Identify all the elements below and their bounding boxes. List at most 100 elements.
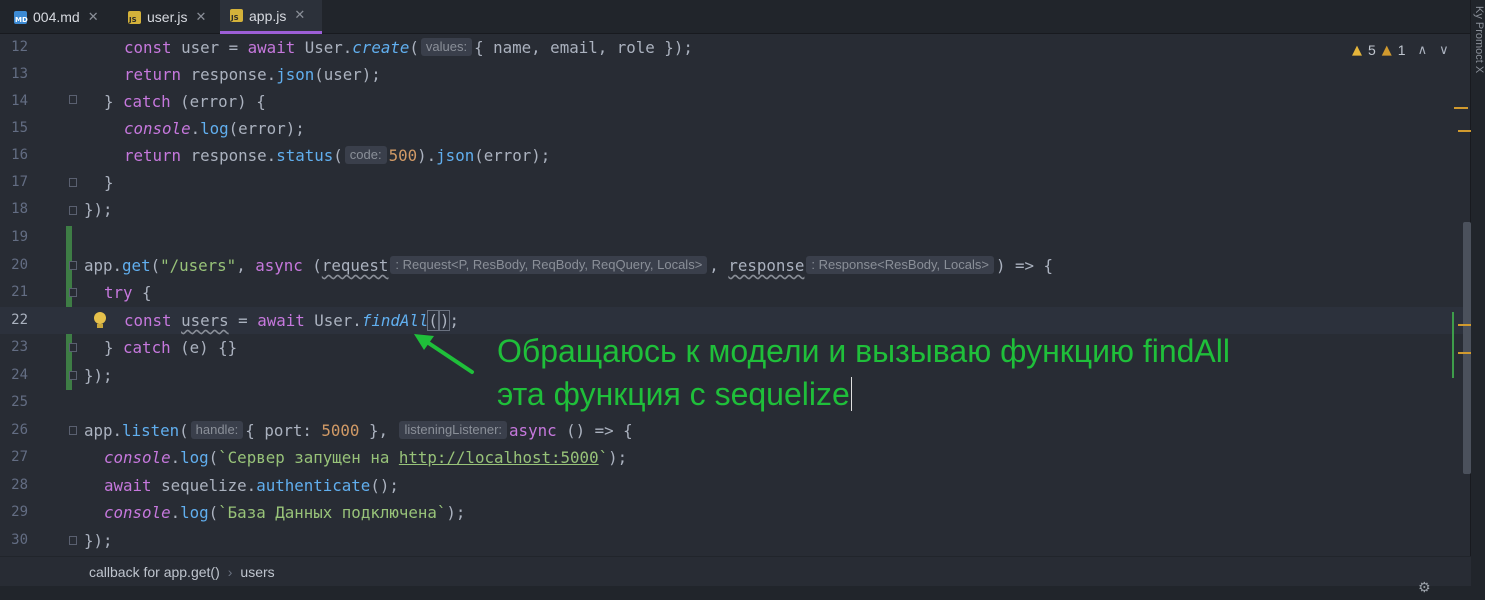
line-number: 18 [11, 201, 28, 217]
code-text: console.log(error); [124, 119, 305, 138]
line-number: 22 [11, 312, 28, 328]
line-number: 17 [11, 174, 28, 190]
line-number: 12 [11, 39, 28, 55]
vertical-scrollbar[interactable] [1463, 222, 1471, 474]
arrow-icon [414, 334, 474, 374]
code-line[interactable]: 16 return response.status(code: 500).json… [0, 142, 1471, 169]
code-line[interactable]: 30 }); [0, 527, 1471, 554]
line-number: 29 [11, 504, 28, 520]
line-number: 30 [11, 532, 28, 548]
annotation-line: эта функция с sequelize [497, 376, 850, 412]
status-bar: ⚙ [0, 580, 1471, 600]
code-line[interactable]: 13 return response.json(user); [0, 61, 1471, 88]
code-text: const user = await User.create(values:{ … [124, 38, 693, 57]
breadcrumb-item[interactable]: callback for app.get() [89, 564, 220, 580]
code-editor[interactable]: 12 const user = await User.create(values… [0, 34, 1471, 554]
close-icon[interactable]: ✕ [294, 8, 305, 23]
tab-004-md[interactable]: MD 004.md ✕ [14, 0, 99, 34]
weak-warning-icon: ▲ [1381, 42, 1392, 58]
text-caret [850, 377, 852, 411]
breadcrumb-item[interactable]: users [240, 564, 274, 580]
warning-stripe-mark[interactable] [1458, 130, 1471, 132]
code-line[interactable]: 12 const user = await User.create(values… [0, 34, 1471, 61]
number-literal: 5000 [321, 421, 360, 440]
url-link[interactable]: http://localhost:5000 [399, 448, 599, 467]
close-icon[interactable]: ✕ [88, 10, 99, 25]
param-hint: code: [344, 146, 387, 164]
code-text: } catch (e) {} [104, 338, 238, 357]
tab-label: app.js [249, 7, 287, 24]
chevron-up-icon[interactable]: ∧ [1418, 43, 1428, 58]
code-text: }); [84, 531, 113, 550]
tab-label: user.js [147, 9, 188, 25]
code-line[interactable]: 29 console.log(`База Данных подключена`)… [0, 499, 1471, 526]
code-text: app.get("/users", async (request: Reques… [84, 256, 1054, 275]
code-text: try { [104, 283, 152, 302]
warning-stripe-mark[interactable] [1458, 324, 1471, 326]
weak-warning-count: 1 [1397, 42, 1406, 58]
code-line[interactable]: 17 } [0, 169, 1471, 196]
param-hint: listeningListener: [399, 421, 508, 439]
code-text: console.log(`Сервер запущен на http://lo… [104, 448, 628, 467]
gear-icon[interactable]: ⚙ [1418, 580, 1431, 596]
line-number: 28 [11, 477, 28, 493]
line-number: 14 [11, 93, 28, 109]
editor-tab-bar: MD 004.md ✕ JS user.js ✕ JS app.js ✕ [0, 0, 1471, 34]
code-text: }); [84, 200, 113, 219]
warning-stripe-mark[interactable] [1454, 107, 1468, 109]
chevron-down-icon[interactable]: ∨ [1439, 43, 1449, 58]
code-line[interactable]: 18 }); [0, 196, 1471, 223]
line-number: 15 [11, 120, 28, 136]
code-text: console.log(`База Данных подключена`); [104, 503, 466, 522]
code-line[interactable]: 20 app.get("/users", async (request: Req… [0, 252, 1471, 279]
inspection-widget[interactable]: ▲ 5 ▲ 1 ∧ ∨ [1352, 42, 1449, 58]
right-tool-strip: Ky Promoct X [1470, 0, 1485, 600]
string-literal: `Сервер запущен на [218, 448, 399, 467]
line-number: 26 [11, 422, 28, 438]
string-literal: "/users" [160, 256, 237, 275]
tool-window-label[interactable]: Ky Promoct X [1473, 6, 1485, 73]
number-literal: 500 [388, 146, 418, 165]
code-text: await sequelize.authenticate(); [104, 476, 399, 495]
close-icon[interactable]: ✕ [195, 10, 206, 25]
chevron-right-icon: › [227, 564, 233, 580]
code-text: app.listen(handle:{ port: 5000 }, listen… [84, 421, 633, 440]
line-number: 16 [11, 147, 28, 163]
code-text: }); [84, 366, 113, 385]
js-file-icon: JS [230, 9, 243, 22]
tab-user-js[interactable]: JS user.js ✕ [128, 0, 206, 34]
type-hint: : Request<P, ResBody, ReqBody, ReqQuery,… [390, 256, 708, 274]
code-line[interactable]: 15 console.log(error); [0, 115, 1471, 142]
code-line[interactable]: 28 await sequelize.authenticate(); [0, 472, 1471, 499]
code-line[interactable]: 19 [0, 224, 1471, 251]
line-number: 27 [11, 449, 28, 465]
code-text: const users = await User.findAll(); [124, 310, 459, 331]
tab-label: 004.md [33, 9, 80, 25]
param-hint: values: [420, 38, 473, 56]
line-number: 13 [11, 66, 28, 82]
code-line[interactable]: 14 } catch (error) { [0, 88, 1471, 115]
code-line[interactable]: 27 console.log(`Сервер запущен на http:/… [0, 444, 1471, 471]
code-line[interactable]: 26 app.listen(handle:{ port: 5000 }, lis… [0, 417, 1471, 444]
code-line[interactable]: 21 try { [0, 279, 1471, 306]
code-text: return response.status(code: 500).json(er… [124, 146, 551, 165]
string-literal: `База Данных подключена` [218, 503, 447, 522]
line-number: 24 [11, 367, 28, 383]
line-number: 25 [11, 394, 28, 410]
string-literal: ` [598, 448, 609, 467]
code-text: } [104, 173, 114, 192]
annotation-text: Обращаюсь к модели и вызываю функцию fin… [497, 330, 1230, 416]
line-number: 21 [11, 284, 28, 300]
type-hint: : Response<ResBody, Locals> [806, 256, 994, 274]
tab-app-js[interactable]: JS app.js ✕ [220, 0, 322, 34]
annotation-line: Обращаюсь к модели и вызываю функцию fin… [497, 333, 1230, 369]
warning-stripe-mark[interactable] [1458, 352, 1471, 354]
line-number: 23 [11, 339, 28, 355]
breadcrumb: callback for app.get() › users [0, 556, 1471, 586]
warning-count: 5 [1368, 42, 1376, 58]
line-number: 19 [11, 229, 28, 245]
lightbulb-icon[interactable] [94, 312, 106, 328]
line-number: 20 [11, 257, 28, 273]
warning-icon: ▲ [1352, 42, 1362, 58]
md-file-icon: MD [14, 10, 28, 24]
